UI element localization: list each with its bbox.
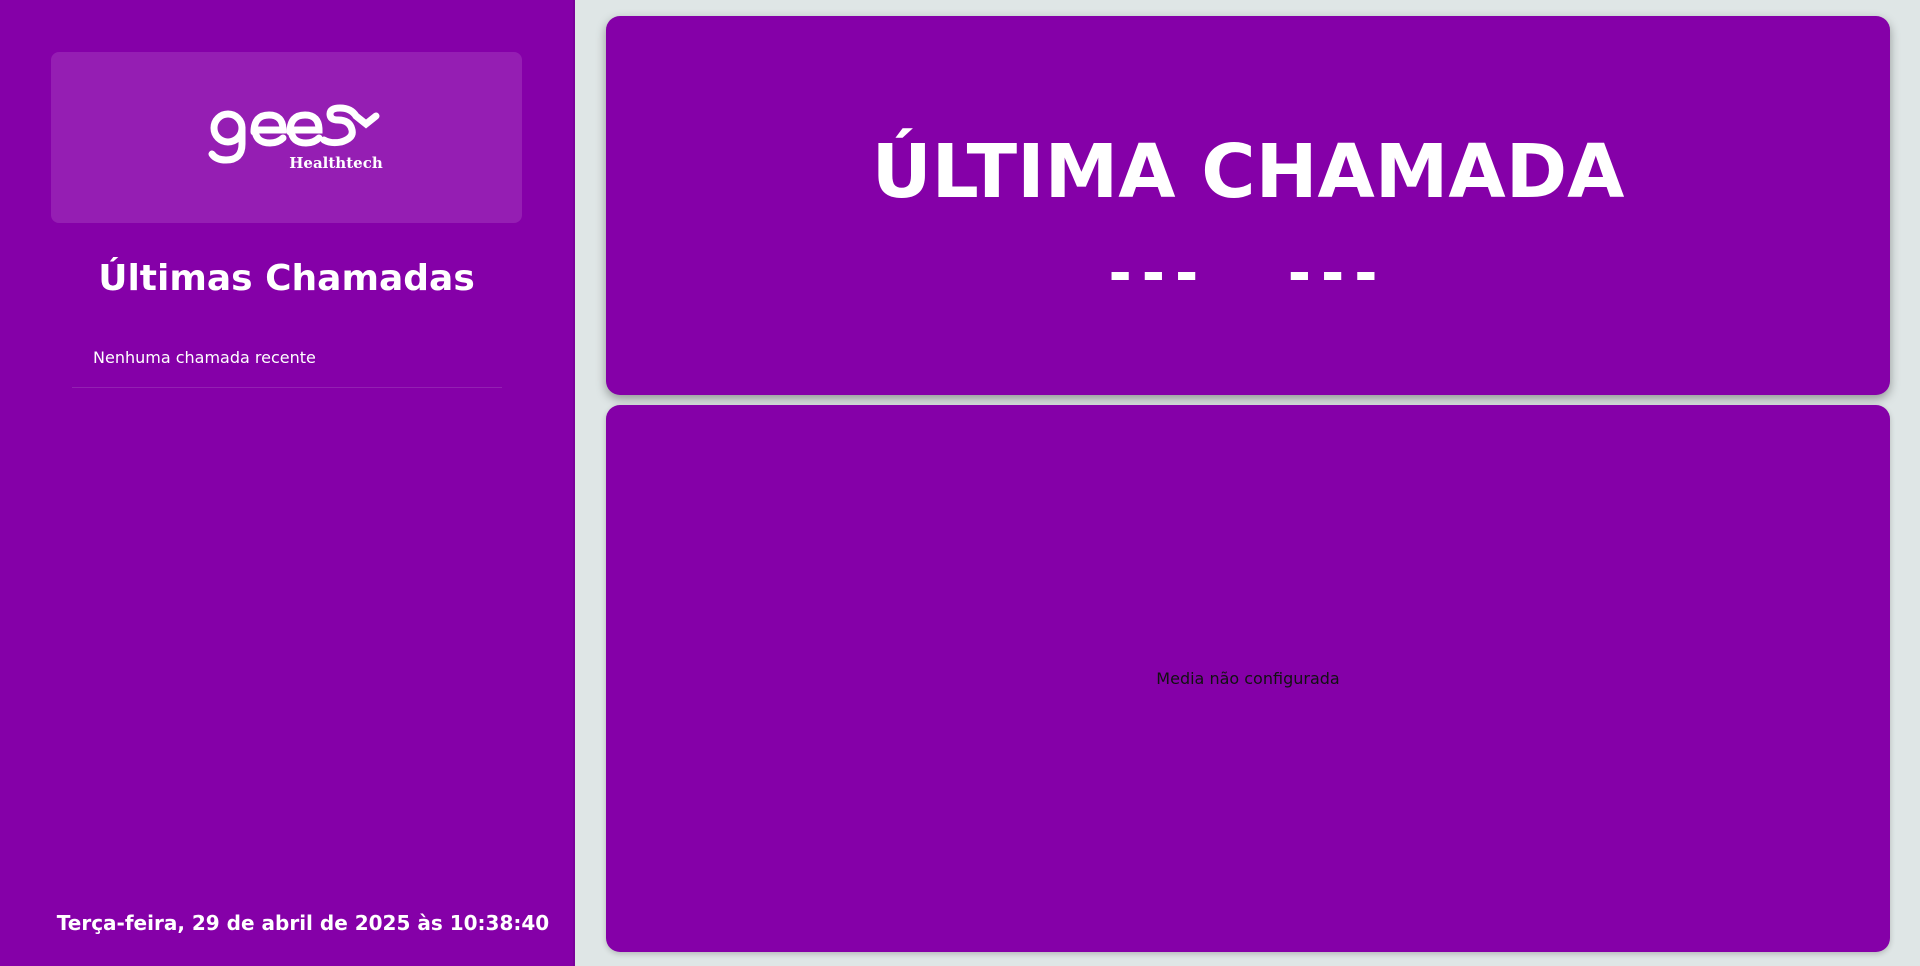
logo-subtitle: Healthtech xyxy=(289,154,383,172)
empty-message: Nenhuma chamada recente xyxy=(93,348,316,367)
media-panel: Media não configurada xyxy=(606,405,1890,952)
ticket-number: --- xyxy=(1108,241,1209,306)
logo-container: Healthtech xyxy=(51,52,522,223)
recent-calls-title: Últimas Chamadas xyxy=(98,258,475,299)
datetime-display: Terça-feira, 29 de abril de 2025 às 10:3… xyxy=(56,911,550,935)
last-call-title: ÚLTIMA CHAMADA xyxy=(871,129,1625,215)
last-call-card: ÚLTIMA CHAMADA --- --- xyxy=(606,16,1890,395)
counter-number: --- xyxy=(1287,241,1388,306)
media-status: Media não configurada xyxy=(1156,669,1340,688)
sidebar: Healthtech Últimas Chamadas Nenhuma cham… xyxy=(0,0,575,966)
last-call-info: --- --- xyxy=(606,241,1890,306)
gees-healthtech-logo: Healthtech xyxy=(208,104,383,172)
list-item: Nenhuma chamada recente xyxy=(72,340,502,388)
